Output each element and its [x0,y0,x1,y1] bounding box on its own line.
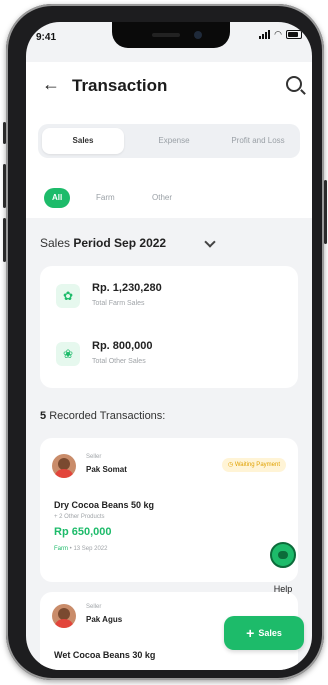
leaf-icon: ✿ [56,284,80,308]
badge-label: Waiting Payment [234,462,280,468]
battery-icon [286,30,302,39]
tab-profit-and-loss[interactable]: Profit and Loss [216,128,300,154]
period-selector[interactable]: Sales Period Sep 2022 [40,236,166,250]
recorded-count: 5 [40,410,47,422]
sales-summary-card: ✿ Rp. 1,230,280 Total Farm Sales ❀ Rp. 8… [40,266,298,388]
transaction-category: Farm [54,546,68,552]
chevron-down-icon[interactable] [204,236,216,248]
period-value: Period Sep 2022 [73,236,167,250]
back-arrow-icon[interactable]: ← [42,74,60,95]
power-button [324,180,327,244]
signal-icon [259,30,271,39]
mute-switch [3,122,6,144]
avatar [52,604,76,628]
volume-up-button [3,164,6,208]
filter-other[interactable]: Other [152,188,172,208]
summary-label: Total Other Sales [92,358,146,365]
screen: 9:41 ◠ ← Transaction Sales Expense Profi… [26,22,312,670]
help-label: Help [273,584,293,594]
seller-name: Pak Somat [86,465,127,474]
product-name: Wet Cocoa Beans 30 kg [54,650,156,660]
recorded-label: Recorded Transactions: [49,410,166,422]
summary-farm-sales: ✿ Rp. 1,230,280 Total Farm Sales [56,278,286,318]
sprout-icon: ❀ [56,342,80,366]
status-icons: ◠ [259,30,302,39]
summary-label: Total Farm Sales [92,300,145,307]
recorded-transactions-heading: 5 Recorded Transactions: [40,410,165,422]
phone-frame: 9:41 ◠ ← Transaction Sales Expense Profi… [3,4,327,680]
filter-all[interactable]: All [44,188,71,208]
summary-amount: Rp. 1,230,280 [92,282,162,294]
tab-sales[interactable]: Sales [42,128,124,154]
transaction-card[interactable]: Seller Pak Somat ◷ Waiting Payment Dry C… [40,438,298,582]
notch [112,22,230,48]
add-sales-label: Sales [258,628,282,638]
wifi-icon: ◠ [274,29,282,39]
page-title: Transaction [72,76,168,95]
status-time: 9:41 [36,32,57,43]
filter-farm[interactable]: Farm [96,188,115,208]
avatar [52,454,76,478]
seller-role: Seller [86,604,102,610]
other-products: + 2 Other Products [54,514,105,520]
plus-icon: + [246,625,255,641]
add-sales-button[interactable]: + Sales [224,616,304,650]
transaction-meta: Farm • 13 Sep 2022 [54,546,107,552]
summary-other-sales: ❀ Rp. 800,000 Total Other Sales [56,336,286,376]
transaction-price: Rp 650,000 [54,526,112,538]
app-header: ← Transaction [26,62,312,110]
segmented-tabs: Sales Expense Profit and Loss [38,124,300,158]
volume-down-button [3,218,6,262]
status-badge: ◷ Waiting Payment [221,458,286,472]
product-name: Dry Cocoa Beans 50 kg [54,500,155,510]
help-button[interactable]: Help [268,542,298,594]
seller-role: Seller [86,454,102,460]
chat-bot-icon [270,542,296,568]
clock-icon: ◷ [227,462,234,468]
seller-name: Pak Agus [86,615,123,624]
summary-amount: Rp. 800,000 [92,340,153,352]
search-icon[interactable] [286,76,302,92]
transaction-date: 13 Sep 2022 [73,546,108,552]
tab-expense[interactable]: Expense [134,128,214,154]
period-prefix: Sales [40,236,71,250]
